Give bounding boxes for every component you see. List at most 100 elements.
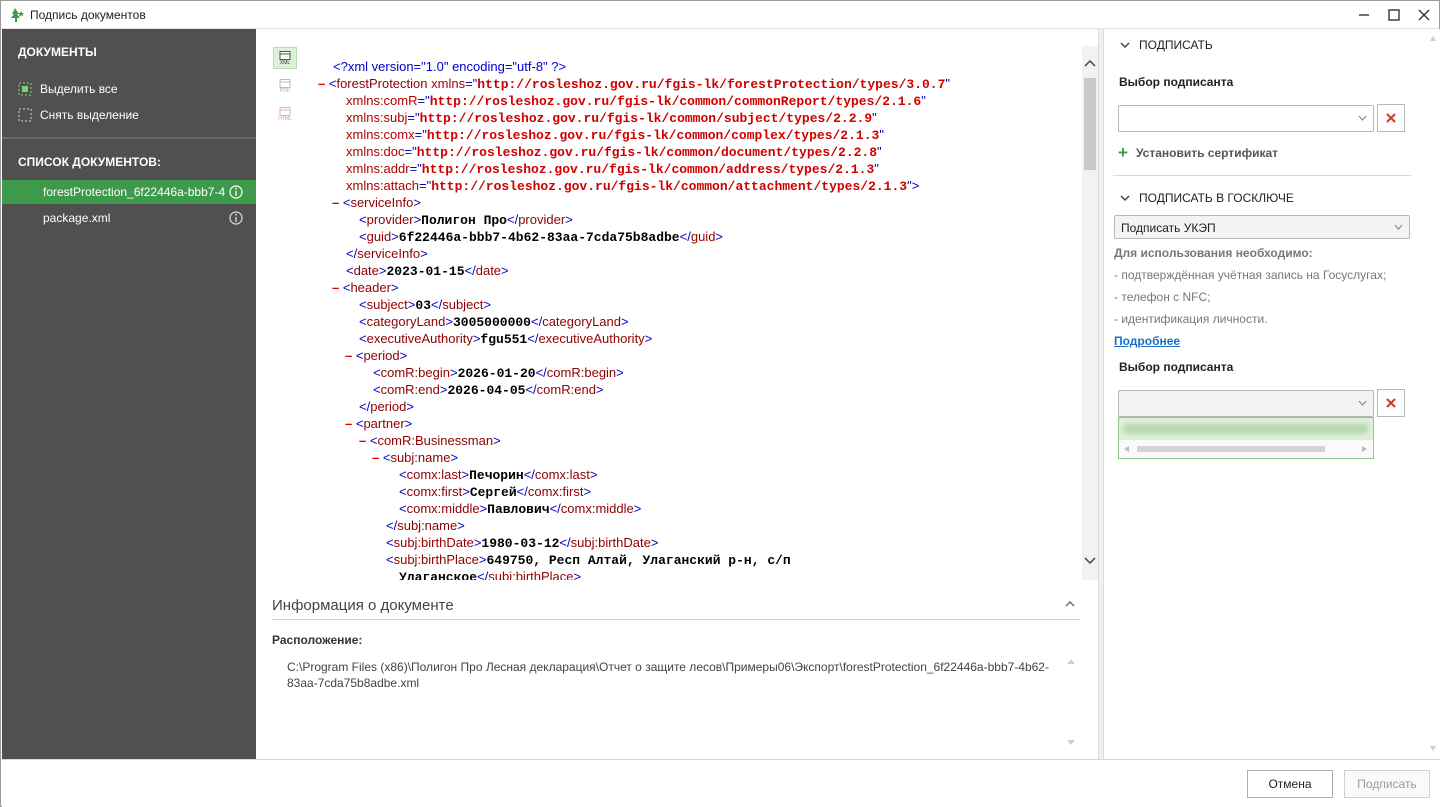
close-icon [1418,9,1430,21]
plus-icon: + [1118,143,1128,162]
select-all-label: Выделить все [40,82,118,96]
goskey-section-header[interactable]: ПОДПИСАТЬ В ГОСКЛЮЧЕ [1120,191,1294,205]
scroll-left-icon[interactable] [1122,445,1130,453]
xml-ns-line: xmlns:addr="http://rosleshoz.gov.ru/fgis… [346,161,879,177]
document-list-item[interactable]: package.xml [2,206,256,230]
goskey-signer-select[interactable] [1118,390,1374,417]
xml-middle-line: <comx:middle>Павлович</comx:middle> [399,501,642,517]
scroll-down-icon[interactable] [1429,745,1437,752]
select-all-button[interactable]: Выделить все [18,80,118,98]
xml-ns-line: xmlns:comR="http://rosleshoz.gov.ru/fgis… [346,93,926,109]
hscroll-thumb[interactable] [1137,446,1325,452]
document-list-heading: СПИСОК ДОКУМЕНТОВ: [18,155,161,169]
sign-mode-select[interactable]: Подписать УКЭП [1114,215,1410,239]
document-name: forestProtection_6f22446a-bbb7-4b62-83aa… [43,185,225,199]
scrollbar-thumb[interactable] [1084,78,1096,170]
xml-guid-line: <guid>6f22446a-bbb7-4b62-83aa-7cda75b8ad… [359,229,724,245]
xml-partner-open: – <partner> [345,416,413,431]
collapse-icon[interactable]: – [332,195,339,210]
deselect-button[interactable]: Снять выделение [18,106,139,124]
info-icon[interactable] [229,185,243,199]
info-divider [272,619,1080,620]
xml-name-close: </subj:name> [386,518,465,533]
redacted-signer-name [1123,424,1369,434]
goskey-heading: ПОДПИСАТЬ В ГОСКЛЮЧЕ [1139,191,1294,205]
dropdown-hscrollbar[interactable] [1119,440,1373,458]
sidebar-divider [2,137,256,139]
requirement-item: - подтверждённая учётная запись на Госус… [1114,268,1387,282]
code-scrollbar[interactable] [1082,46,1098,580]
signer-dropdown-list[interactable] [1118,417,1374,459]
goskey-signer-label: Выбор подписанта [1119,360,1234,374]
requirements-title: Для использования необходимо: [1114,246,1313,260]
xml-last-line: <comx:last>Печорин</comx:last> [399,467,598,483]
location-label: Расположение: [272,633,363,647]
cancel-button[interactable]: Отмена [1247,770,1333,798]
maximize-button[interactable] [1379,1,1409,29]
scroll-up-icon[interactable] [1084,58,1096,68]
collapse-icon[interactable]: – [318,76,325,91]
deselect-label: Снять выделение [40,108,139,122]
xml-ns-line: xmlns:attach="http://rosleshoz.gov.ru/fg… [346,178,920,194]
xml-birthdate-line: <subj:birthDate>1980-03-12</subj:birthDa… [386,535,659,551]
more-info-link[interactable]: Подробнее [1114,334,1180,348]
xml-birthplace-line: <subj:birthPlace>649750, Респ Алтай, Ула… [386,552,791,568]
minimize-button[interactable] [1349,1,1379,29]
chevron-down-icon [1120,195,1130,202]
xml-service-info-close: </serviceInfo> [346,246,428,261]
document-list-item[interactable]: forestProtection_6f22446a-bbb7-4b62-83aa… [2,180,256,204]
collapse-chevron-icon[interactable] [1064,599,1076,609]
install-certificate-button[interactable]: + Установить сертификат [1118,143,1278,163]
scroll-up-icon[interactable] [1066,657,1076,665]
close-button[interactable] [1409,1,1439,29]
close-icon [1386,398,1396,408]
panel-scrollbar[interactable] [1426,29,1440,759]
xml-declaration: <?xml version="1.0" encoding="utf-8" ?> [333,59,567,74]
scroll-down-icon[interactable] [1084,556,1096,566]
xml-name-open: – <subj:name> [372,450,459,465]
info-icon[interactable] [229,211,243,225]
xml-ns-line: xmlns:subj="http://rosleshoz.gov.ru/fgis… [346,110,877,126]
xml-subject-line: <subject>03</subject> [359,297,492,313]
collapse-icon[interactable]: – [345,348,352,363]
window-title: Подпись документов [30,8,146,22]
xml-period-close: </period> [359,399,414,414]
signer-label: Выбор подписанта [1119,75,1234,89]
signer-select[interactable] [1118,105,1374,132]
sign-section-header[interactable]: ПОДПИСАТЬ [1120,38,1213,52]
sign-panel: ПОДПИСАТЬ Выбор подписанта + Установить … [1104,29,1440,759]
clear-goskey-signer-button[interactable] [1377,389,1405,417]
collapse-icon[interactable]: – [359,433,366,448]
minimize-icon [1359,14,1369,16]
app-tree-icon [11,8,24,22]
xml-category-line: <categoryLand>3005000000</categoryLand> [359,314,629,330]
xml-service-info-open: – <serviceInfo> [332,195,421,210]
xml-ns-line: xmlns:comx="http://rosleshoz.gov.ru/fgis… [346,127,884,143]
deselect-icon [18,108,32,122]
maximize-icon [1388,9,1400,21]
scroll-down-icon[interactable] [1066,739,1076,747]
collapse-icon[interactable]: – [332,280,339,295]
xml-provider-line: <provider>Полигон Про</provider> [359,212,573,228]
signer-option[interactable] [1119,418,1373,440]
sign-button[interactable]: Подписать [1344,770,1430,798]
collapse-icon[interactable]: – [372,450,379,465]
select-all-icon [18,82,32,96]
scroll-up-icon[interactable] [1429,35,1437,42]
main-window: Подпись документов ДОКУМЕНТЫ Выделить вс… [0,0,1440,807]
chevron-down-icon [1358,400,1367,406]
xml-root-line: – <forestProtection xmlns="http://rosles… [318,76,950,92]
document-info-title: Информация о документе [272,597,454,614]
xml-begin-line: <comR:begin>2026-01-20</comR:begin> [373,365,624,381]
chevron-down-icon [1394,224,1403,230]
clear-signer-button[interactable] [1377,104,1405,132]
scroll-right-icon[interactable] [1361,445,1369,453]
chevron-down-icon [1120,42,1130,49]
collapse-icon[interactable]: – [345,416,352,431]
document-viewer: XML PDF HTML <?xml version="1.0" encodin… [256,29,1098,759]
xml-first-line: <comx:first>Сергей</comx:first> [399,484,592,500]
xml-period-open: – <period> [345,348,408,363]
documents-sidebar: ДОКУМЕНТЫ Выделить все Снять выделение С… [2,29,256,759]
document-info-panel: Информация о документе Расположение: C:\… [272,589,1080,759]
location-path: C:\Program Files (x86)\Полигон Про Лесна… [287,660,1049,690]
